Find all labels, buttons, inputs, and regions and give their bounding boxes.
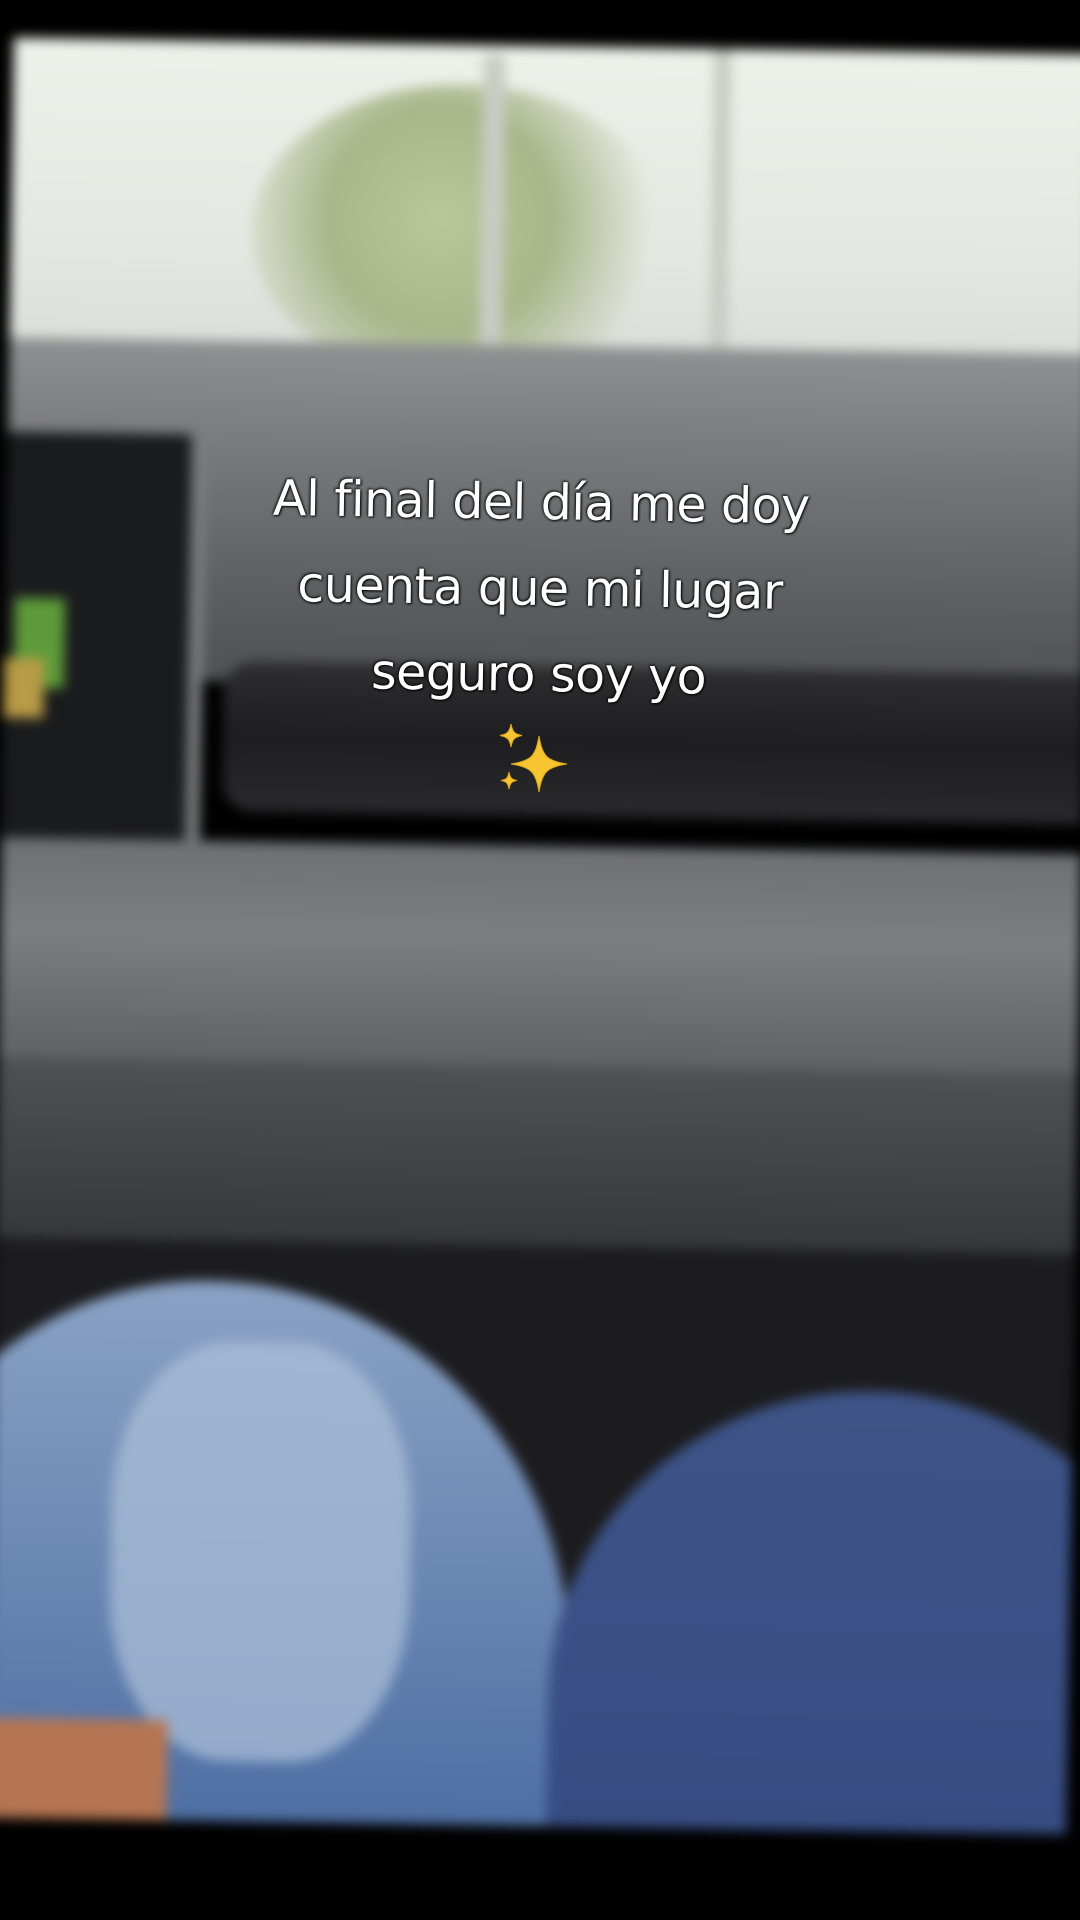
overlay-caption: Al final del día me doy cuenta que mi lu…	[0, 452, 1080, 727]
sparkles-icon	[499, 723, 568, 793]
caption-line: Al final del día me doy	[272, 469, 811, 536]
left-knee-highlight	[107, 1339, 414, 1765]
dashboard-trim	[0, 837, 1080, 1085]
background-photo	[0, 37, 1080, 1835]
video-frame: Al final del día me doy cuenta que mi lu…	[0, 0, 1080, 1920]
caption-line: cuenta que mi lugar	[296, 556, 784, 621]
caption-line: seguro soy yo	[370, 643, 707, 706]
jeans-patch	[0, 1717, 168, 1831]
